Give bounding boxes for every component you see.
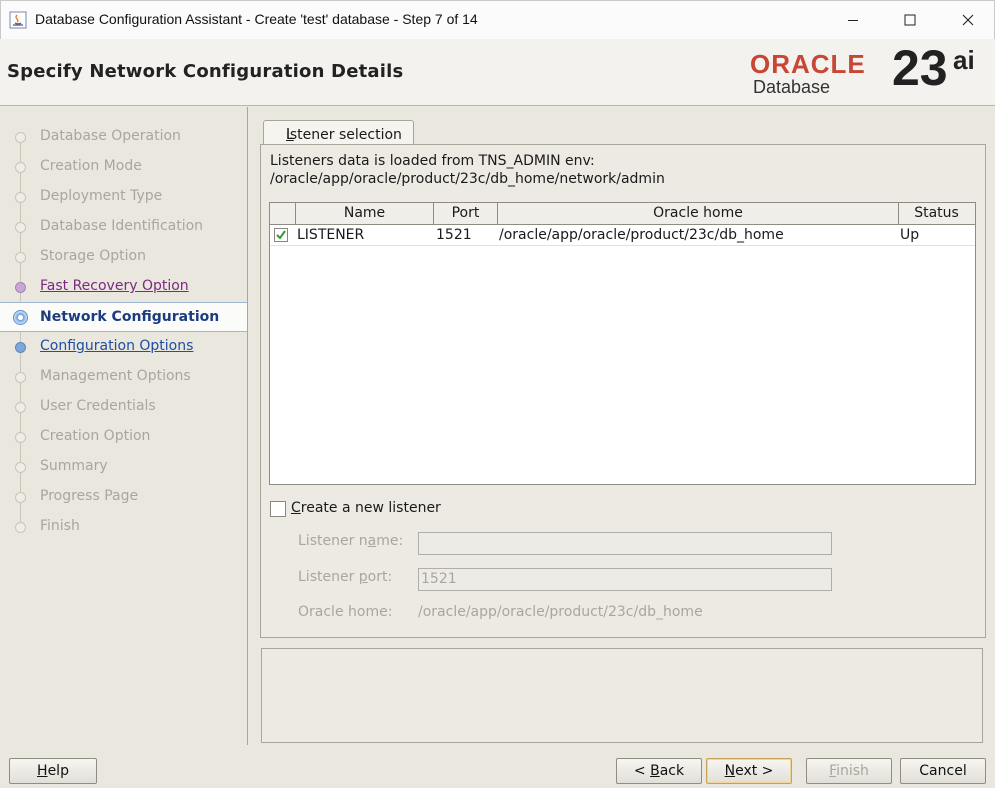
step-indicator-icon <box>15 492 26 503</box>
listener-port-label: Listener port: <box>298 569 393 585</box>
window-title: Database Configuration Assistant - Creat… <box>35 11 478 27</box>
column-header-select[interactable] <box>270 203 296 224</box>
checkmark-icon <box>276 230 286 240</box>
tns-info-line: Listeners data is loaded from TNS_ADMIN … <box>270 153 595 169</box>
java-app-icon <box>9 11 27 29</box>
step-label: Configuration Options <box>40 338 194 354</box>
finish-button[interactable]: Finish <box>806 758 892 784</box>
listeners-table[interactable]: Name Port Oracle home Status LISTENER 15… <box>269 202 976 485</box>
oracle-home-value: /oracle/app/oracle/product/23c/db_home <box>418 604 703 620</box>
page-header: Specify Network Configuration Details OR… <box>0 39 995 106</box>
listener-name-label: Listener name: <box>298 533 404 549</box>
step-deployment-type: Deployment Type <box>0 182 247 212</box>
step-indicator-icon <box>15 192 26 203</box>
message-area <box>261 648 983 743</box>
column-header-port[interactable]: Port <box>434 203 498 224</box>
maximize-icon <box>904 14 916 26</box>
column-header-oracle-home[interactable]: Oracle home <box>498 203 899 224</box>
step-indicator-icon <box>15 132 26 143</box>
help-button[interactable]: Help <box>9 758 97 784</box>
step-label: Finish <box>40 518 80 534</box>
close-button[interactable] <box>945 5 991 35</box>
step-indicator-icon <box>15 222 26 233</box>
listener-name-field[interactable] <box>418 532 832 555</box>
step-label: Fast Recovery Option <box>40 278 189 294</box>
tns-admin-path: /oracle/app/oracle/product/23c/db_home/n… <box>270 171 665 187</box>
cell-name: LISTENER <box>297 227 365 243</box>
cell-status: Up <box>900 227 920 243</box>
column-header-status[interactable]: Status <box>899 203 974 224</box>
step-label: Database Operation <box>40 128 181 144</box>
minimize-button[interactable] <box>830 5 876 35</box>
cell-port: 1521 <box>436 227 472 243</box>
step-label: Creation Option <box>40 428 151 444</box>
step-indicator-icon <box>15 282 26 293</box>
step-label: Database Identification <box>40 218 204 234</box>
step-creation-mode: Creation Mode <box>0 152 247 182</box>
step-indicator-icon <box>15 372 26 383</box>
step-database-operation: Database Operation <box>0 122 247 152</box>
listener-port-field[interactable]: 1521 <box>418 568 832 591</box>
step-label: Deployment Type <box>40 188 163 204</box>
step-label: Summary <box>40 458 108 474</box>
step-label: Network Configuration <box>40 309 220 325</box>
oracle-home-label: Oracle home: <box>298 604 393 620</box>
step-indicator-icon <box>15 402 26 413</box>
step-indicator-icon <box>15 162 26 173</box>
table-row[interactable]: LISTENER 1521 /oracle/app/oracle/product… <box>270 225 975 246</box>
window-titlebar[interactable]: Database Configuration Assistant - Creat… <box>0 0 995 39</box>
back-button[interactable]: < Back <box>616 758 702 784</box>
tab-listener-selection[interactable]: Listener selection <box>263 120 414 145</box>
step-finish: Finish <box>0 512 247 542</box>
brand-version: 23 <box>892 40 948 96</box>
step-label: Storage Option <box>40 248 146 264</box>
step-fast-recovery-option[interactable]: Fast Recovery Option <box>0 272 247 302</box>
step-indicator-icon <box>15 432 26 443</box>
table-header: Name Port Oracle home Status <box>270 203 975 225</box>
step-creation-option: Creation Option <box>0 422 247 452</box>
step-progress-page: Progress Page <box>0 482 247 512</box>
step-storage-option: Storage Option <box>0 242 247 272</box>
brand-suffix: ai <box>953 45 975 75</box>
column-header-name[interactable]: Name <box>296 203 434 224</box>
cancel-button[interactable]: Cancel <box>900 758 986 784</box>
maximize-button[interactable] <box>887 5 933 35</box>
steps-sidebar: Database Operation Creation Mode Deploymen… <box>0 107 248 745</box>
step-indicator-icon <box>15 252 26 263</box>
cell-oracle-home: /oracle/app/oracle/product/23c/db_home <box>499 227 784 243</box>
next-button[interactable]: Next > <box>706 758 792 784</box>
step-label: Management Options <box>40 368 191 384</box>
step-database-identification: Database Identification <box>0 212 247 242</box>
step-indicator-icon <box>13 310 28 325</box>
step-label: User Credentials <box>40 398 156 414</box>
step-summary: Summary <box>0 452 247 482</box>
step-network-configuration[interactable]: Network Configuration <box>0 302 247 332</box>
step-label: Progress Page <box>40 488 139 504</box>
step-indicator-icon <box>15 522 26 533</box>
create-listener-label[interactable]: Create a new listener <box>291 500 441 516</box>
brand-database: Database <box>753 77 831 97</box>
step-configuration-options[interactable]: Configuration Options <box>0 332 247 362</box>
step-indicator-icon <box>15 462 26 473</box>
listener-row-checkbox[interactable] <box>274 228 288 242</box>
create-listener-checkbox[interactable] <box>270 501 286 517</box>
step-user-credentials: User Credentials <box>0 392 247 422</box>
step-management-options: Management Options <box>0 362 247 392</box>
minimize-icon <box>848 20 858 21</box>
close-icon <box>962 14 974 26</box>
step-label: Creation Mode <box>40 158 142 174</box>
brand-oracle: ORACLE <box>750 49 866 79</box>
step-indicator-icon <box>15 342 26 353</box>
page-title: Specify Network Configuration Details <box>7 61 404 82</box>
oracle-logo: ORACLE Database 23 ai <box>750 43 985 101</box>
